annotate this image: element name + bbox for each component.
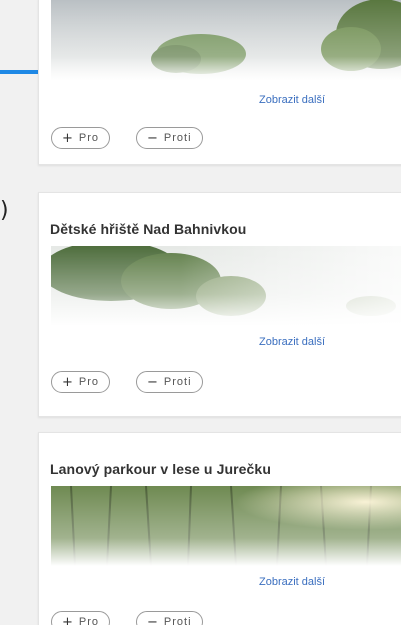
- show-more-link[interactable]: Zobrazit další: [259, 576, 325, 588]
- vote-against-button[interactable]: − Proti: [136, 611, 203, 625]
- partial-text: ): [0, 198, 9, 223]
- minus-icon: −: [147, 614, 159, 625]
- vote-against-button[interactable]: − Proti: [136, 371, 203, 393]
- plus-icon: +: [62, 374, 74, 390]
- vote-for-label: Pro: [78, 132, 100, 144]
- vote-against-button[interactable]: − Proti: [136, 127, 203, 149]
- project-image[interactable]: [51, 0, 401, 81]
- vote-for-button[interactable]: + Pro: [51, 611, 111, 625]
- plus-icon: +: [62, 614, 74, 625]
- project-card: Dětské hřiště Nad Bahnivkou Zobrazit dal…: [38, 192, 401, 417]
- project-image[interactable]: [51, 246, 401, 326]
- project-image[interactable]: [51, 486, 401, 566]
- minus-icon: −: [147, 130, 159, 146]
- active-indicator: [0, 70, 38, 74]
- show-more-link[interactable]: Zobrazit další: [259, 94, 325, 106]
- vote-for-button[interactable]: + Pro: [51, 371, 111, 393]
- show-more-link[interactable]: Zobrazit další: [259, 336, 325, 348]
- vote-for-label: Pro: [78, 376, 100, 388]
- project-card: Lanový parkour v lese u Jurečku Zobrazit…: [38, 432, 401, 625]
- minus-icon: −: [147, 374, 159, 390]
- vote-for-label: Pro: [78, 616, 100, 625]
- vote-for-button[interactable]: + Pro: [51, 127, 111, 149]
- vote-against-label: Proti: [163, 132, 192, 144]
- plus-icon: +: [62, 130, 74, 146]
- vote-against-label: Proti: [163, 616, 192, 625]
- project-title[interactable]: Lanový parkour v lese u Jurečku: [50, 461, 271, 477]
- project-title[interactable]: Dětské hřiště Nad Bahnivkou: [50, 221, 246, 237]
- vote-against-label: Proti: [163, 376, 192, 388]
- project-card: Zobrazit další + Pro − Proti: [38, 0, 401, 165]
